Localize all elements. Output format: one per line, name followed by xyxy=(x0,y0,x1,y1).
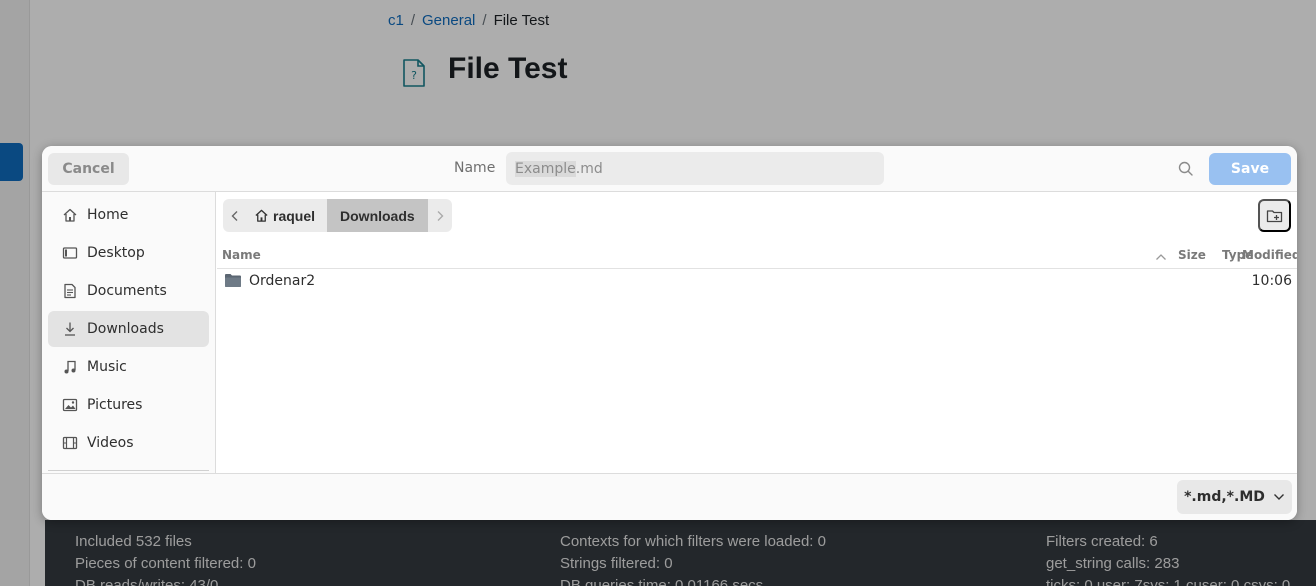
sidebar-item-label: Downloads xyxy=(87,321,164,337)
sort-ascending-icon xyxy=(1155,250,1167,264)
sidebar-item-label: Desktop xyxy=(87,245,145,261)
column-modified[interactable]: Modified xyxy=(1242,248,1297,262)
file-row[interactable]: Ordenar2 10:06 xyxy=(217,270,1297,292)
sidebar-item-label: Videos xyxy=(87,435,134,451)
path-back-button[interactable] xyxy=(223,199,246,232)
column-header: Name Size Type Modified xyxy=(217,240,1297,269)
sidebar-item-pictures[interactable]: Pictures xyxy=(48,387,209,423)
places-sidebar: Home Desktop Documents Downloads Music P… xyxy=(42,192,216,473)
new-folder-icon xyxy=(1266,209,1282,222)
sidebar-item-videos[interactable]: Videos xyxy=(48,425,209,461)
home-icon xyxy=(62,207,78,223)
path-home-label: raquel xyxy=(273,207,316,224)
column-name[interactable]: Name xyxy=(222,248,261,262)
file-name: Ordenar2 xyxy=(249,273,316,289)
sidebar-item-music[interactable]: Music xyxy=(48,349,209,385)
save-button[interactable]: Save xyxy=(1209,153,1291,185)
path-button-current[interactable]: Downloads xyxy=(327,199,428,232)
save-file-dialog: Cancel Name Example .md Save Home Desktop xyxy=(42,146,1297,520)
home-icon xyxy=(254,208,269,223)
file-type-filter-dropdown[interactable]: *.md,*.MD xyxy=(1177,480,1292,514)
chevron-right-icon xyxy=(437,210,444,221)
new-folder-button[interactable] xyxy=(1258,199,1291,232)
documents-icon xyxy=(62,283,78,299)
dialog-header: Cancel Name Example .md Save xyxy=(42,146,1297,192)
file-modified: 10:06 xyxy=(1251,273,1292,289)
filter-label: *.md,*.MD xyxy=(1184,489,1265,505)
sidebar-divider xyxy=(48,470,209,471)
name-label: Name xyxy=(454,160,496,176)
filename-extension-text: .md xyxy=(575,160,603,177)
chevron-left-icon xyxy=(231,210,237,221)
path-button-home[interactable]: raquel xyxy=(246,199,328,232)
dialog-footer: *.md,*.MD xyxy=(42,473,1297,520)
chevron-down-icon xyxy=(1273,489,1285,505)
videos-icon xyxy=(62,435,78,451)
filename-selected-text: Example xyxy=(515,160,576,177)
sidebar-item-home[interactable]: Home xyxy=(48,197,209,233)
sidebar-item-label: Pictures xyxy=(87,397,143,413)
sidebar-item-downloads[interactable]: Downloads xyxy=(48,311,209,347)
sidebar-item-label: Music xyxy=(87,359,127,375)
sidebar-item-label: Documents xyxy=(87,283,167,299)
path-bar: raquel Downloads xyxy=(223,199,452,232)
folder-icon xyxy=(224,272,242,292)
pictures-icon xyxy=(62,397,78,413)
search-icon[interactable] xyxy=(1177,160,1195,178)
sidebar-item-desktop[interactable]: Desktop xyxy=(48,235,209,271)
path-forward-button[interactable] xyxy=(427,199,452,232)
cancel-button[interactable]: Cancel xyxy=(48,153,129,185)
downloads-icon xyxy=(62,321,78,337)
sidebar-item-documents[interactable]: Documents xyxy=(48,273,209,309)
filename-input[interactable]: Example .md xyxy=(506,152,884,185)
column-size[interactable]: Size xyxy=(1178,248,1206,262)
desktop-icon xyxy=(62,245,78,261)
music-icon xyxy=(62,359,78,375)
file-browser: raquel Downloads Name Size Type Modified xyxy=(217,192,1297,473)
sidebar-item-label: Home xyxy=(87,207,129,223)
